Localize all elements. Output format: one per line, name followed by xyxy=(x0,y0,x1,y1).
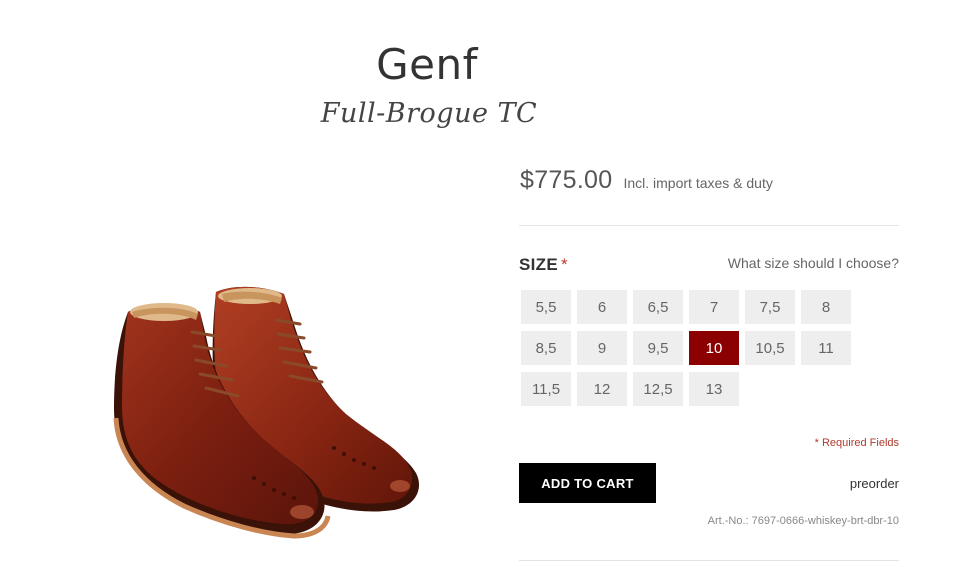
size-option[interactable]: 12,5 xyxy=(633,372,683,406)
size-option[interactable]: 12 xyxy=(577,372,627,406)
size-option[interactable]: 7,5 xyxy=(745,290,795,324)
product-price: $775.00 xyxy=(520,166,613,194)
size-option[interactable]: 10,5 xyxy=(745,331,795,365)
article-number: Art.-No.: 7697-0666-whiskey-brt-dbr-10 xyxy=(707,515,899,527)
size-guide-link[interactable]: What size should I choose? xyxy=(728,255,899,271)
size-label: SIZE * xyxy=(519,255,568,275)
product-title: Genf xyxy=(376,40,478,89)
size-option[interactable]: 9,5 xyxy=(633,331,683,365)
divider xyxy=(519,560,899,561)
size-header: SIZE * What size should I choose? xyxy=(519,254,899,276)
size-option-selected[interactable]: 10 xyxy=(689,331,739,365)
size-option[interactable]: 6,5 xyxy=(633,290,683,324)
required-marker: * xyxy=(561,255,568,274)
divider xyxy=(519,225,899,226)
size-option[interactable]: 8 xyxy=(801,290,851,324)
availability-status: preorder xyxy=(849,476,899,491)
price-row: $775.00 Incl. import taxes & duty xyxy=(520,166,773,195)
size-option[interactable]: 7 xyxy=(689,290,739,324)
price-note: Incl. import taxes & duty xyxy=(623,175,773,191)
size-option[interactable]: 5,5 xyxy=(521,290,571,324)
size-option[interactable]: 11 xyxy=(801,331,851,365)
size-option[interactable]: 6 xyxy=(577,290,627,324)
size-label-text: SIZE xyxy=(519,255,558,274)
size-option[interactable]: 9 xyxy=(577,331,627,365)
size-option[interactable]: 13 xyxy=(689,372,739,406)
size-option[interactable]: 11,5 xyxy=(521,372,571,406)
product-model: Full-Brogue TC xyxy=(320,98,538,129)
required-fields-note: * Required Fields xyxy=(814,437,899,449)
size-option[interactable]: 8,5 xyxy=(521,331,571,365)
